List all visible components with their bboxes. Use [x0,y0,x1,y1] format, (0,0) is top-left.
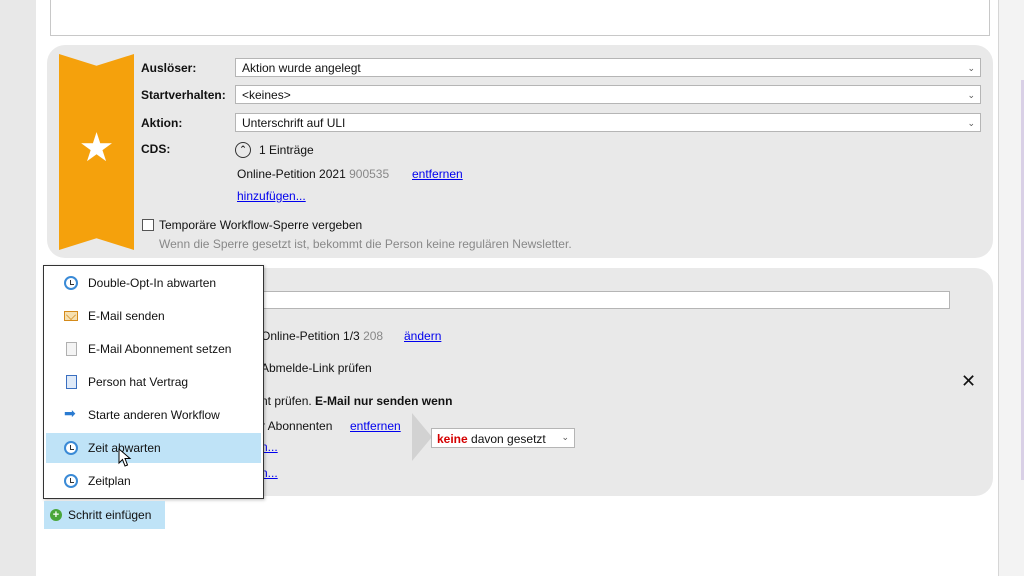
clock-icon [64,474,78,488]
start-behavior-select[interactable]: <keines> ⌄ [235,85,981,104]
step-name-input[interactable] [258,291,950,309]
right-scroll-strip[interactable] [998,0,1024,576]
menu-item-schedule[interactable]: Zeitplan [46,466,261,496]
condition-none: keine [437,432,468,446]
start-behavior-label: Startverhalten: [141,88,226,102]
step-type-menu: Double-Opt-In abwarten E-Mail senden E-M… [43,265,264,499]
trigger-select[interactable]: Aktion wurde angelegt ⌄ [235,58,981,77]
chevron-down-icon: ⌄ [967,118,975,128]
subscribers-text: r Abonnenten [261,419,333,433]
cds-entry-name: Online-Petition 2021 [237,167,346,181]
plus-icon: + [50,509,62,521]
insert-step-button[interactable]: + Schritt einfügen [44,501,165,529]
mail-icon [64,311,78,321]
clock-icon [64,276,78,290]
menu-item-label: Double-Opt-In abwarten [88,276,217,290]
action-select[interactable]: Unterschrift auf ULI ⌄ [235,113,981,132]
menu-item-has-contract[interactable]: Person hat Vertrag [46,367,261,397]
clock-icon [64,441,78,455]
workflow-lock-hint: Wenn die Sperre gesetzt ist, bekommt die… [159,237,572,251]
document-icon [66,342,77,356]
condition-rest: davon gesetzt [471,432,546,446]
close-icon[interactable]: ✕ [961,372,976,390]
menu-item-label: E-Mail senden [88,309,165,323]
chevron-down-icon: ⌄ [561,432,569,442]
menu-item-label: E-Mail Abonnement setzen [88,342,232,356]
insert-step-label: Schritt einfügen [68,508,152,522]
trigger-label: Auslöser: [141,61,197,75]
change-link[interactable]: ändern [404,329,441,343]
check-text: nt prüfen. [261,394,312,408]
collapse-chevron-icon[interactable]: ⌃ [235,142,251,158]
cds-count: 1 Einträge [259,143,314,157]
previous-step-box [50,0,990,36]
action-select-value: Unterschrift auf ULI [242,116,346,130]
condition-select[interactable]: keine davon gesetzt ⌄ [431,428,575,448]
cds-label: CDS: [141,142,171,156]
contract-icon [66,375,77,389]
petition-text: Online-Petition 1/3 [261,329,360,343]
chevron-down-icon: ⌄ [967,90,975,100]
menu-item-label: Person hat Vertrag [88,375,189,389]
trigger-select-value: Aktion wurde angelegt [242,61,361,75]
petition-id: 208 [363,329,384,343]
check-bold-text: E-Mail nur senden wenn [315,394,453,408]
menu-item-set-subscription[interactable]: E-Mail Abonnement setzen [46,334,261,364]
workflow-lock-checkbox[interactable] [142,219,154,231]
mouse-cursor-icon [118,448,132,467]
chevron-down-icon: ⌄ [967,63,975,73]
workflow-lock-label: Temporäre Workflow-Sperre vergeben [159,218,363,232]
cds-entry: Online-Petition 2021 900535 [237,167,389,181]
cds-add-link[interactable]: hinzufügen... [237,189,306,203]
trigger-ribbon: ★ [59,54,134,250]
menu-item-double-opt-in[interactable]: Double-Opt-In abwarten [46,268,261,298]
star-icon: ★ [78,125,115,171]
send-condition-text: nt prüfen. E-Mail nur senden wenn [261,394,452,408]
start-behavior-value: <keines> [242,88,291,102]
menu-item-label: Starte anderen Workflow [88,408,220,422]
action-label: Aktion: [141,116,183,130]
menu-item-label: Zeitplan [88,474,131,488]
petition-entry: Online-Petition 1/3 208 [261,329,383,343]
subscribers-remove-link[interactable]: entfernen [350,419,401,433]
menu-item-wait-time[interactable]: Zeit abwarten [46,433,261,463]
menu-item-start-workflow[interactable]: ➡ Starte anderen Workflow [46,400,261,430]
arrow-right-icon: ➡ [64,406,76,422]
unsubscribe-check-text: Abmelde-Link prüfen [261,361,372,375]
cds-remove-link[interactable]: entfernen [412,167,463,181]
menu-item-send-email[interactable]: E-Mail senden [46,301,261,331]
cds-entry-id: 900535 [349,167,390,181]
